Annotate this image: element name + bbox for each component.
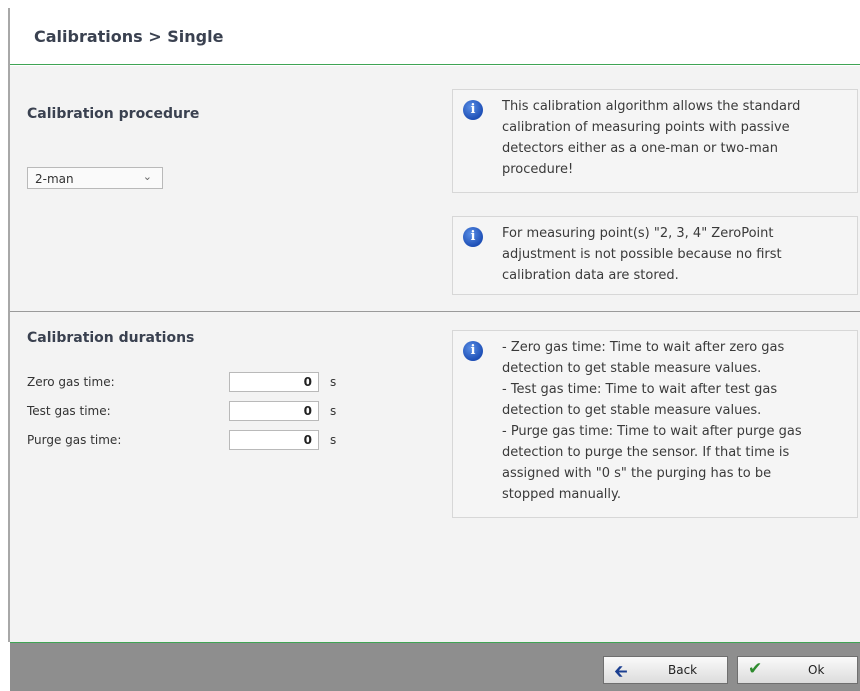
- procedure-section-title: Calibration procedure: [27, 106, 200, 122]
- procedure-dropdown[interactable]: 2-man ⌄: [27, 167, 163, 189]
- durations-section-title: Calibration durations: [27, 330, 195, 346]
- purge-gas-time-label: Purge gas time:: [27, 433, 122, 447]
- test-gas-time-unit: s: [330, 404, 337, 418]
- main-content: Calibration procedure 2-man ⌄ i This cal…: [10, 66, 860, 642]
- back-button-label: Back: [668, 663, 698, 677]
- purge-gas-time-input[interactable]: 0: [229, 430, 319, 450]
- procedure-info-box: i This calibration algorithm allows the …: [452, 89, 858, 193]
- procedure-info-text: This calibration algorithm allows the st…: [502, 99, 801, 177]
- footer-bar: 🡰 Back ✔ Ok: [10, 642, 860, 691]
- zero-gas-time-input[interactable]: 0: [229, 372, 319, 392]
- info-icon: i: [463, 100, 483, 120]
- purge-gas-time-unit: s: [330, 433, 337, 447]
- chevron-down-icon: ⌄: [142, 170, 152, 183]
- page-title: Calibrations > Single: [34, 27, 224, 46]
- durations-info-box: i - Zero gas time: Time to wait after ze…: [452, 330, 858, 518]
- durations-info-text: - Zero gas time: Time to wait after zero…: [502, 340, 802, 502]
- zeropoint-warning-box: i For measuring point(s) "2, 3, 4" ZeroP…: [452, 216, 858, 295]
- zero-gas-time-unit: s: [330, 375, 337, 389]
- test-gas-time-label: Test gas time:: [27, 404, 111, 418]
- title-bar: Calibrations > Single: [10, 8, 860, 65]
- zeropoint-warning-text: For measuring point(s) "2, 3, 4" ZeroPoi…: [502, 226, 782, 283]
- ok-button-label: Ok: [808, 663, 825, 677]
- zero-gas-time-label: Zero gas time:: [27, 375, 115, 389]
- test-gas-time-input[interactable]: 0: [229, 401, 319, 421]
- section-divider: [10, 311, 860, 312]
- back-button[interactable]: 🡰 Back: [603, 656, 728, 684]
- back-arrow-icon: 🡰: [614, 662, 628, 682]
- checkmark-icon: ✔: [748, 659, 763, 679]
- info-icon: i: [463, 341, 483, 361]
- procedure-dropdown-value: 2-man: [35, 172, 74, 186]
- info-icon: i: [463, 227, 483, 247]
- ok-button[interactable]: ✔ Ok: [737, 656, 858, 684]
